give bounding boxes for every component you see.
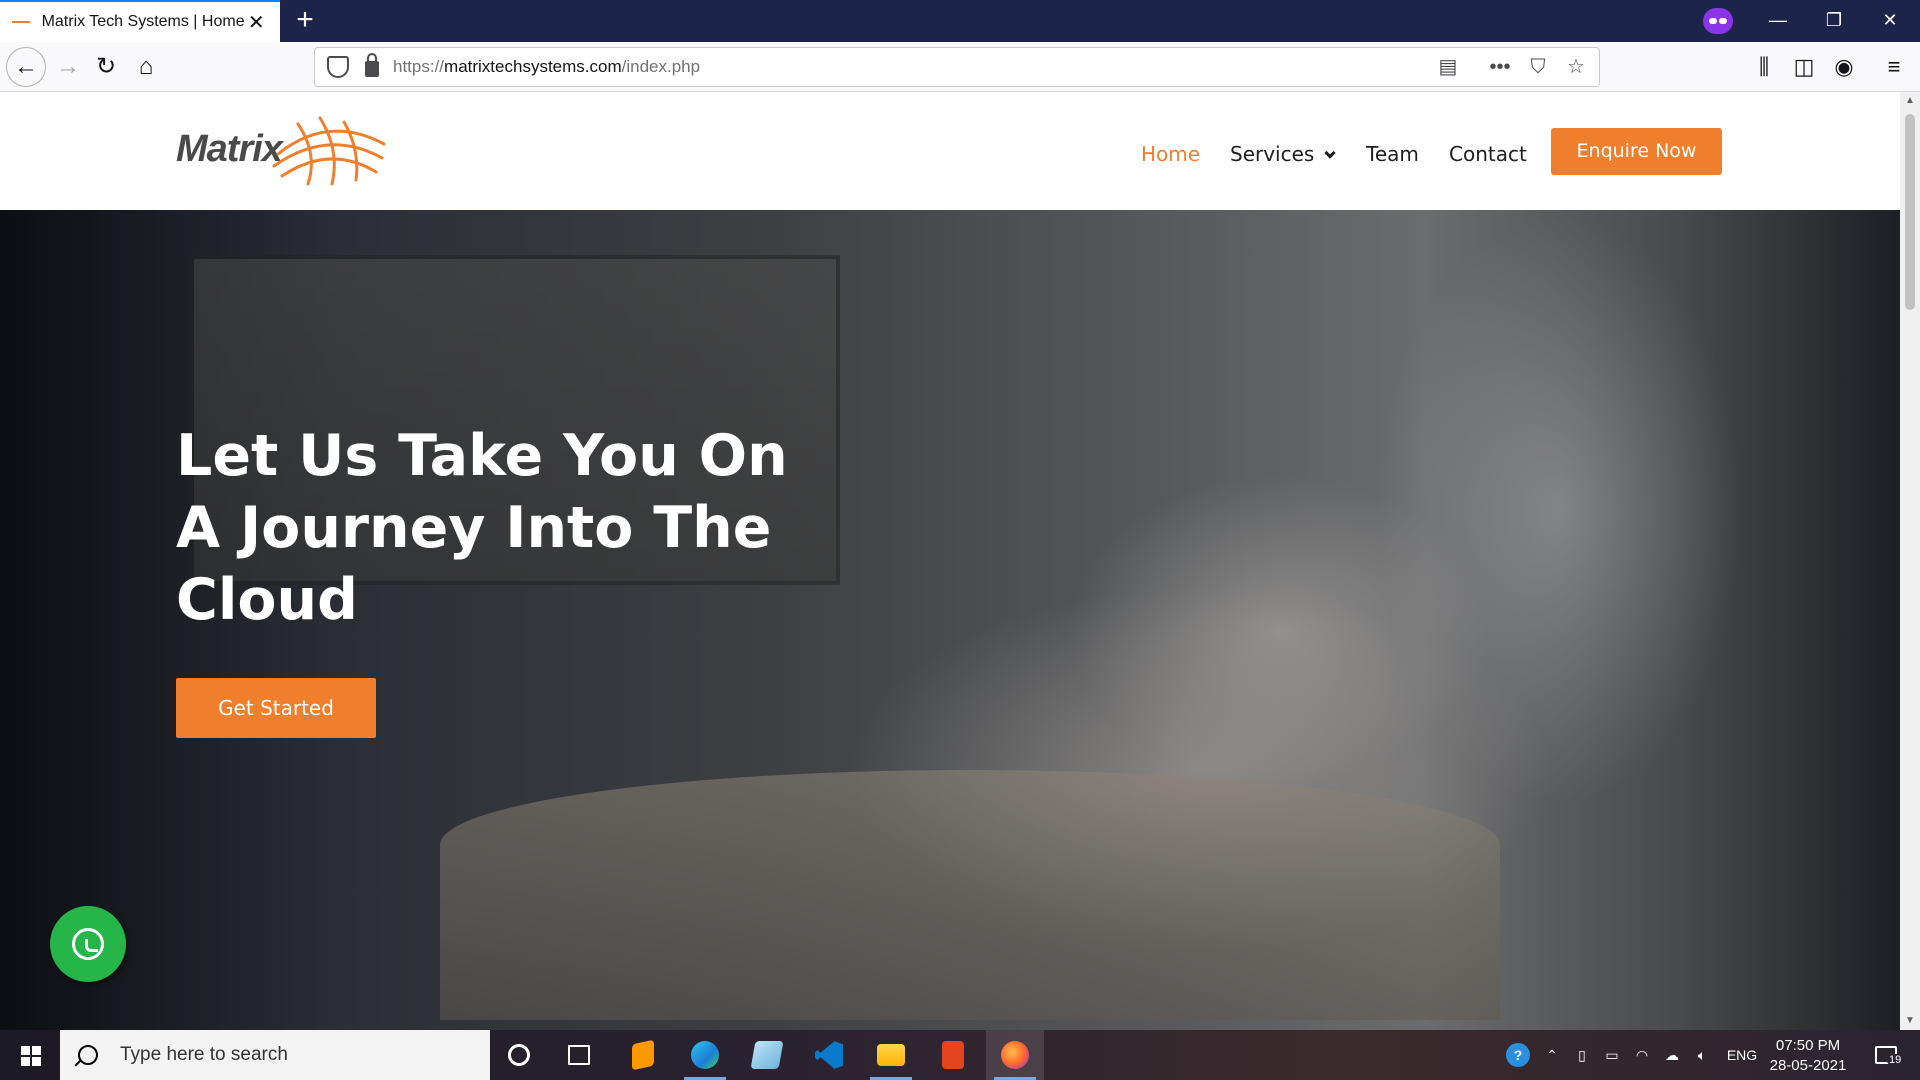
forward-arrow-icon[interactable]: → xyxy=(50,49,86,85)
windows-logo-icon xyxy=(21,1046,41,1066)
hero-background-table xyxy=(440,770,1500,1020)
system-clock[interactable]: 07:50 PM 28-05-2021 xyxy=(1766,1036,1850,1076)
hero-title: Let Us Take You On A Journey Into The Cl… xyxy=(176,423,788,633)
wifi-icon[interactable]: ◠ xyxy=(1628,1030,1656,1080)
matrix-logo[interactable]: Matrix xyxy=(176,116,386,186)
battery-icon[interactable]: ▭ xyxy=(1598,1030,1626,1080)
notification-center-icon[interactable]: 19 xyxy=(1866,1030,1906,1080)
nav-contact[interactable]: Contact xyxy=(1449,142,1527,166)
sublime-text-icon[interactable] xyxy=(614,1030,672,1080)
home-icon[interactable]: ⌂ xyxy=(128,49,164,85)
hero-section: Let Us Take You On A Journey Into The Cl… xyxy=(0,210,1900,1030)
address-bar[interactable]: https://matrixtechsystems.com/index.php … xyxy=(314,47,1600,87)
chevron-down-icon xyxy=(1324,147,1337,159)
bookmark-star-icon[interactable]: ☆ xyxy=(1561,52,1591,82)
windows-taskbar: Type here to search ? ⌃ ▯ ▭ ◠ ☁ 🔈︎ ENG 0… xyxy=(0,1030,1920,1080)
start-button[interactable] xyxy=(0,1030,60,1080)
window-close-button[interactable]: ✕ xyxy=(1862,0,1918,42)
office-icon[interactable] xyxy=(924,1030,982,1080)
file-explorer-icon[interactable] xyxy=(862,1030,920,1080)
notification-count-badge: 19 xyxy=(1887,1054,1904,1066)
volume-icon[interactable]: 🔈︎ xyxy=(1688,1030,1716,1080)
page-actions-icon[interactable]: ••• xyxy=(1485,52,1515,82)
clock-date: 28-05-2021 xyxy=(1769,1057,1847,1074)
clock-time: 07:50 PM xyxy=(1775,1037,1841,1054)
close-tab-icon[interactable]: ✕ xyxy=(245,10,268,35)
vscode-icon[interactable] xyxy=(800,1030,858,1080)
nav-home[interactable]: Home xyxy=(1141,142,1200,166)
nav-services[interactable]: Services xyxy=(1230,142,1337,166)
taskbar-search-box[interactable]: Type here to search xyxy=(60,1030,490,1080)
lock-icon[interactable] xyxy=(365,53,379,77)
site-favicon-icon xyxy=(12,18,30,26)
notepad-icon[interactable] xyxy=(738,1030,796,1080)
language-indicator[interactable]: ENG xyxy=(1722,1030,1762,1080)
window-restore-button[interactable]: ❐ xyxy=(1806,0,1862,42)
scrollbar-thumb[interactable] xyxy=(1905,114,1915,310)
window-minimize-button[interactable]: — xyxy=(1750,0,1806,42)
search-icon xyxy=(78,1045,98,1065)
device-icon[interactable]: ▯ xyxy=(1568,1030,1596,1080)
new-tab-button[interactable]: + xyxy=(288,4,322,38)
nav-services-label: Services xyxy=(1230,142,1315,166)
sidebar-icon[interactable]: ◫ xyxy=(1786,49,1822,85)
url-text[interactable]: https://matrixtechsystems.com/index.php xyxy=(393,57,1433,77)
pocket-icon[interactable]: ⛉ xyxy=(1523,52,1553,82)
whatsapp-icon xyxy=(72,928,104,960)
scroll-up-arrow-icon[interactable]: ▲ xyxy=(1900,92,1920,110)
nav-team[interactable]: Team xyxy=(1366,142,1419,166)
reader-view-icon[interactable]: ▤ xyxy=(1433,52,1463,82)
library-icon[interactable]: ⫼ xyxy=(1746,49,1782,85)
tab-title: Matrix Tech Systems | Home xyxy=(41,13,245,30)
tracking-shield-icon[interactable] xyxy=(327,56,349,78)
show-hidden-icons-chevron-icon[interactable]: ⌃ xyxy=(1538,1030,1566,1080)
browser-tab-active[interactable]: Matrix Tech Systems | Home ✕ xyxy=(0,0,280,42)
site-header: Matrix Home Services Team Contact Enquir… xyxy=(0,92,1900,210)
firefox-icon[interactable] xyxy=(986,1030,1044,1080)
task-view-icon[interactable] xyxy=(550,1030,608,1080)
logo-text: Matrix xyxy=(176,128,283,170)
onedrive-cloud-icon[interactable]: ☁ xyxy=(1658,1030,1686,1080)
reload-icon[interactable]: ↻ xyxy=(88,49,124,85)
get-started-button[interactable]: Get Started xyxy=(176,678,376,738)
logo-globe-icon xyxy=(272,116,386,186)
enquire-now-button[interactable]: Enquire Now xyxy=(1551,128,1722,175)
private-browsing-icon xyxy=(1703,8,1733,34)
account-icon[interactable]: ◉ xyxy=(1826,49,1862,85)
cortana-icon[interactable] xyxy=(490,1030,548,1080)
whatsapp-chat-button[interactable] xyxy=(50,906,126,982)
back-arrow-icon[interactable]: ← xyxy=(6,47,46,87)
browser-toolbar: ← → ↻ ⌂ https://matrixtechsystems.com/in… xyxy=(0,42,1920,92)
web-page: Matrix Home Services Team Contact Enquir… xyxy=(0,92,1900,1030)
page-scrollbar[interactable]: ▲ ▼ xyxy=(1900,92,1920,1030)
menu-hamburger-icon[interactable]: ≡ xyxy=(1876,49,1912,85)
scroll-down-arrow-icon[interactable]: ▼ xyxy=(1900,1012,1920,1030)
search-placeholder: Type here to search xyxy=(120,1044,288,1065)
edge-browser-icon[interactable] xyxy=(676,1030,734,1080)
browser-tab-bar: Matrix Tech Systems | Home ✕ + — ❐ ✕ xyxy=(0,0,1920,42)
help-icon[interactable]: ? xyxy=(1504,1030,1532,1080)
